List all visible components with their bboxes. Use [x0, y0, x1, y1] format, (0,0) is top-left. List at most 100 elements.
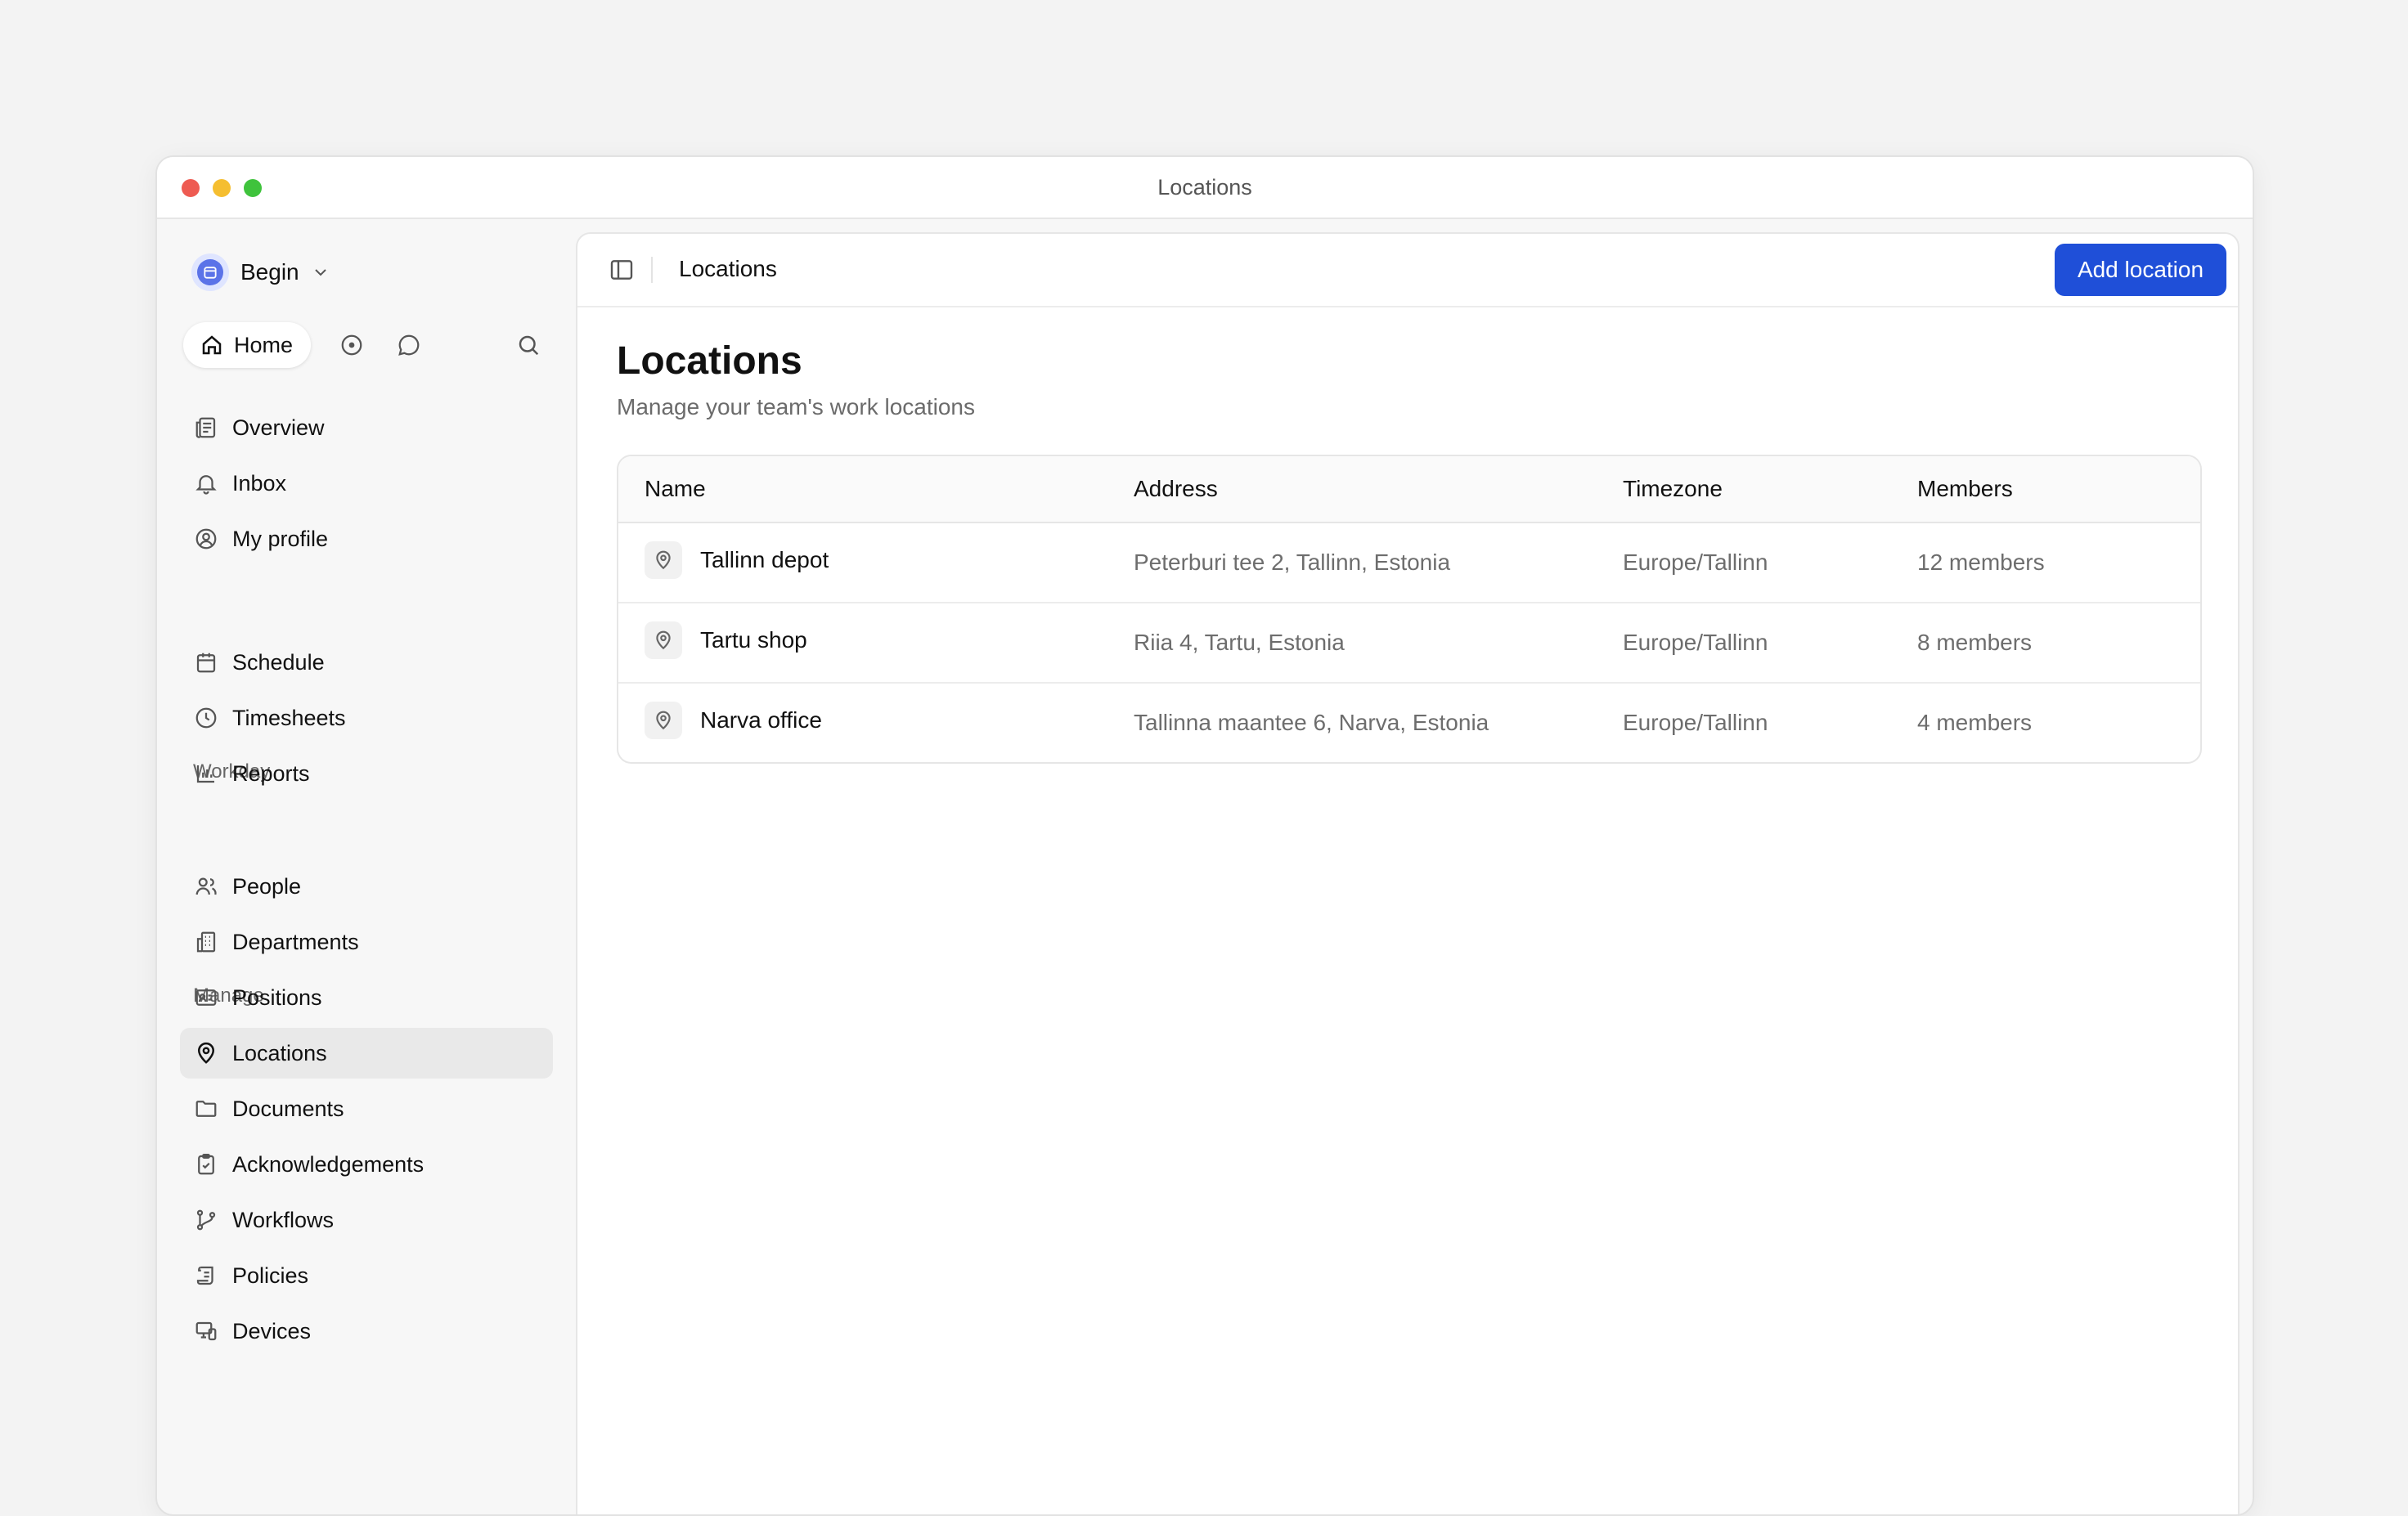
- location-pin-badge: [645, 621, 682, 659]
- sidebar-item-acknowledgements[interactable]: Acknowledgements: [180, 1139, 553, 1190]
- app-window: Locations Begin Home Overview Inbox My p…: [155, 155, 2254, 1516]
- location-name-cell: Narva office: [645, 702, 822, 739]
- home-icon: [202, 335, 222, 355]
- sidebar-item-label: My profile: [232, 526, 329, 551]
- devices-icon: [195, 1321, 217, 1341]
- search-icon: [519, 335, 539, 356]
- table-row[interactable]: Narva office Tallinna maantee 6, Narva, …: [618, 684, 2200, 762]
- sidebar-item-label: Timesheets: [232, 705, 346, 730]
- sidebar-item-policies[interactable]: Policies: [180, 1250, 553, 1301]
- home-label: Home: [234, 332, 294, 357]
- building-icon: [196, 931, 216, 953]
- page-subtitle: Manage your team's work locations: [617, 394, 975, 419]
- location-address: Tallinna maantee 6, Narva, Estonia: [1134, 710, 1489, 735]
- sidebar-item-documents[interactable]: Documents: [180, 1083, 553, 1134]
- sidebar-item-label: Locations: [232, 1040, 327, 1065]
- toggle-sidebar-button[interactable]: [609, 257, 635, 283]
- sidebar-item-label: Schedule: [232, 649, 325, 675]
- location-members: 4 members: [1917, 710, 2033, 735]
- location-timezone: Europe/Tallinn: [1623, 549, 1768, 575]
- sidebar-item-label: People: [232, 873, 302, 899]
- sidebar-item-label: Positions: [232, 985, 322, 1010]
- sidebar-toggle-icon: [610, 260, 633, 280]
- location-address: Riia 4, Tartu, Estonia: [1134, 630, 1345, 655]
- sidebar-item-locations[interactable]: Locations: [180, 1028, 553, 1079]
- location-name-cell: Tartu shop: [645, 621, 807, 659]
- sidebar-item-label: Devices: [232, 1318, 312, 1343]
- sidebar-item-label: Overview: [232, 415, 325, 440]
- newspaper-icon: [195, 417, 216, 438]
- scroll-icon: [196, 1266, 213, 1285]
- bar-chart-icon: [196, 765, 214, 783]
- locations-table: Name Address Timezone Members Tallinn de…: [617, 455, 2202, 764]
- sidebar-item-reports[interactable]: Reports: [180, 748, 553, 799]
- clock-icon: [195, 707, 217, 729]
- sidebar-item-label: Policies: [232, 1263, 309, 1288]
- sidebar-item-inbox[interactable]: Inbox: [180, 458, 553, 509]
- location-name-cell: Tallinn depot: [645, 541, 829, 579]
- workspace-name: Begin: [240, 259, 299, 285]
- page-title: Locations: [617, 339, 802, 383]
- workspace-switcher[interactable]: Begin: [191, 252, 330, 293]
- window-title: Locations: [1157, 175, 1252, 200]
- column-header-name[interactable]: Name: [645, 476, 706, 502]
- search-button[interactable]: [515, 332, 541, 358]
- map-pin-icon: [656, 711, 671, 730]
- sidebar-item-departments[interactable]: Departments: [180, 917, 553, 967]
- workspace-avatar: [191, 253, 229, 291]
- location-pin-badge: [645, 541, 682, 579]
- breadcrumb: Locations: [679, 256, 777, 281]
- table-header: Name Address Timezone Members: [618, 456, 2200, 523]
- map-pin-icon: [197, 1042, 215, 1064]
- map-pin-icon: [656, 550, 671, 570]
- bell-icon: [195, 475, 217, 495]
- sidebar-item-timesheets[interactable]: Timesheets: [180, 693, 553, 743]
- circle-dot-icon: [341, 334, 362, 356]
- location-name: Narva office: [700, 707, 822, 733]
- user-circle-icon: [195, 528, 217, 549]
- chat-bubble-icon: [398, 334, 420, 356]
- column-header-address[interactable]: Address: [1134, 476, 1218, 502]
- clipboard-check-icon: [198, 1154, 214, 1175]
- sidebar-item-label: Documents: [232, 1096, 344, 1121]
- location-name: Tallinn depot: [700, 547, 829, 572]
- sidebar-item-devices[interactable]: Devices: [180, 1306, 553, 1357]
- sidebar-item-positions[interactable]: Positions: [180, 972, 553, 1023]
- top-bar: Locations Add location: [577, 234, 2238, 307]
- location-pin-badge: [645, 702, 682, 739]
- calendar-logo-icon: [204, 267, 217, 279]
- sidebar-item-people[interactable]: People: [180, 861, 553, 912]
- add-location-button[interactable]: Add location: [2055, 244, 2226, 296]
- main-panel: Locations Add location Locations Manage …: [576, 232, 2240, 1514]
- location-timezone: Europe/Tallinn: [1623, 630, 1768, 655]
- quick-actions: Home: [183, 322, 543, 368]
- home-button[interactable]: Home: [183, 322, 312, 368]
- sidebar-item-my-profile[interactable]: My profile: [180, 514, 553, 564]
- chevron-down-icon: [314, 269, 326, 276]
- users-icon: [195, 877, 217, 895]
- folder-icon: [195, 1101, 217, 1117]
- sidebar-item-overview[interactable]: Overview: [180, 402, 553, 453]
- sidebar: Begin Home Overview Inbox My profile Wor…: [157, 219, 574, 1514]
- activity-button[interactable]: [339, 332, 365, 358]
- sidebar-item-schedule[interactable]: Schedule: [180, 637, 553, 688]
- sidebar-item-label: Workflows: [232, 1207, 335, 1232]
- column-header-members[interactable]: Members: [1917, 476, 2013, 502]
- calendar-icon: [196, 653, 216, 673]
- table-row[interactable]: Tartu shop Riia 4, Tartu, Estonia Europe…: [618, 603, 2200, 684]
- location-members: 8 members: [1917, 630, 2033, 655]
- location-address: Peterburi tee 2, Tallinn, Estonia: [1134, 549, 1451, 575]
- table-row[interactable]: Tallinn depot Peterburi tee 2, Tallinn, …: [618, 523, 2200, 603]
- sidebar-item-label: Acknowledgements: [232, 1151, 425, 1177]
- location-timezone: Europe/Tallinn: [1623, 710, 1768, 735]
- id-card-icon: [195, 989, 217, 1006]
- location-name: Tartu shop: [700, 627, 807, 653]
- column-header-timezone[interactable]: Timezone: [1623, 476, 1723, 502]
- divider: [651, 257, 653, 283]
- messages-button[interactable]: [396, 332, 422, 358]
- sidebar-item-label: Inbox: [232, 470, 287, 496]
- sidebar-item-workflows[interactable]: Workflows: [180, 1195, 553, 1245]
- map-pin-icon: [656, 630, 671, 650]
- sidebar-item-label: Reports: [232, 760, 310, 786]
- sidebar-item-label: Departments: [232, 929, 359, 954]
